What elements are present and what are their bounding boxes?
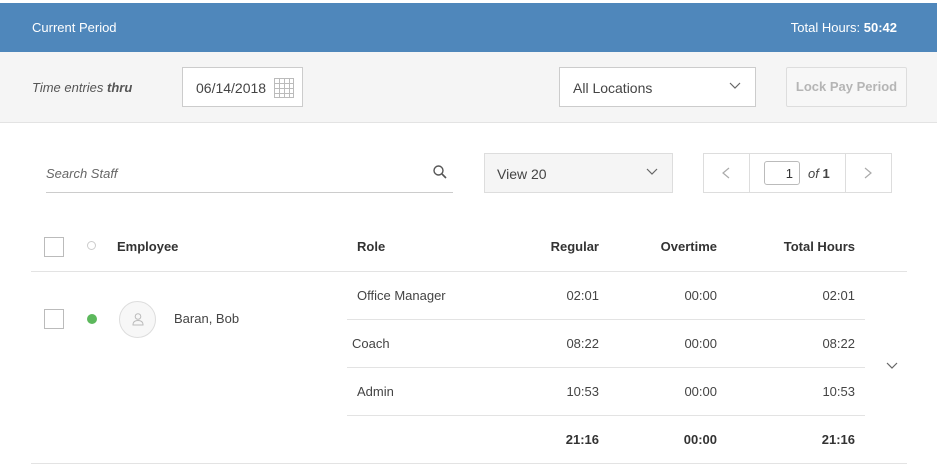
chevron-left-icon xyxy=(722,167,730,179)
col-total-hours[interactable]: Total Hours xyxy=(755,239,855,254)
time-entries-label: Time entries thru xyxy=(32,80,133,95)
total-hours-value: 50:42 xyxy=(863,20,897,35)
col-overtime[interactable]: Overtime xyxy=(637,239,717,254)
subtotal-total: 21:16 xyxy=(821,432,855,447)
total-hours-label: Total Hours: xyxy=(790,20,861,35)
user-icon xyxy=(132,313,144,326)
search-icon[interactable] xyxy=(433,165,447,179)
regular-cell: 02:01 xyxy=(566,288,599,303)
status-active-dot xyxy=(87,314,97,324)
row-divider xyxy=(347,415,865,416)
col-employee[interactable]: Employee xyxy=(117,239,178,254)
view-count-value: View 20 xyxy=(497,166,547,182)
page-total: of 1 xyxy=(808,166,830,181)
employee-name[interactable]: Baran, Bob xyxy=(174,311,239,326)
search-staff xyxy=(46,153,453,193)
date-value: 06/14/2018 xyxy=(196,80,267,96)
search-input[interactable] xyxy=(46,163,416,183)
total-cell: 08:22 xyxy=(822,336,855,351)
header-divider xyxy=(31,271,907,272)
role-cell: Coach xyxy=(352,336,390,351)
employee-divider xyxy=(31,463,907,464)
total-cell: 10:53 xyxy=(822,384,855,399)
role-cell: Admin xyxy=(357,384,394,399)
date-picker[interactable]: 06/14/2018 xyxy=(182,67,303,107)
avatar xyxy=(119,301,156,338)
col-role[interactable]: Role xyxy=(357,239,385,254)
row-divider xyxy=(347,319,865,320)
regular-cell: 08:22 xyxy=(566,336,599,351)
regular-cell: 10:53 xyxy=(566,384,599,399)
role-cell: Office Manager xyxy=(357,288,446,303)
row-divider xyxy=(347,367,865,368)
row-checkbox[interactable] xyxy=(44,309,64,329)
subtotal-overtime: 00:00 xyxy=(683,432,717,447)
subtotal-regular: 21:16 xyxy=(565,432,599,447)
chevron-down-icon xyxy=(646,168,658,175)
next-page-button[interactable] xyxy=(845,154,891,192)
chevron-right-icon xyxy=(864,167,872,179)
select-all-checkbox[interactable] xyxy=(44,237,64,257)
period-header: Current Period Total Hours: 50:42 xyxy=(0,3,937,52)
view-count-select[interactable]: View 20 xyxy=(484,153,673,193)
period-title: Current Period xyxy=(32,20,117,35)
location-select[interactable]: All Locations xyxy=(559,67,756,107)
location-value: All Locations xyxy=(573,80,653,96)
total-cell: 02:01 xyxy=(822,288,855,303)
page-number-input[interactable] xyxy=(764,161,800,185)
expand-row-chevron-icon[interactable] xyxy=(886,362,898,370)
prev-page-button[interactable] xyxy=(704,154,750,192)
overtime-cell: 00:00 xyxy=(684,384,717,399)
filter-bar: Time entries thru 06/14/2018 All Locatio… xyxy=(0,52,937,123)
lock-pay-period-button[interactable]: Lock Pay Period xyxy=(786,67,907,107)
calendar-icon[interactable] xyxy=(274,78,294,98)
chevron-down-icon xyxy=(729,82,741,89)
overtime-cell: 00:00 xyxy=(684,288,717,303)
overtime-cell: 00:00 xyxy=(684,336,717,351)
pagination: of 1 xyxy=(703,153,892,193)
status-header-icon xyxy=(87,241,96,250)
total-hours: Total Hours: 50:42 xyxy=(791,20,897,35)
col-regular[interactable]: Regular xyxy=(519,239,599,254)
